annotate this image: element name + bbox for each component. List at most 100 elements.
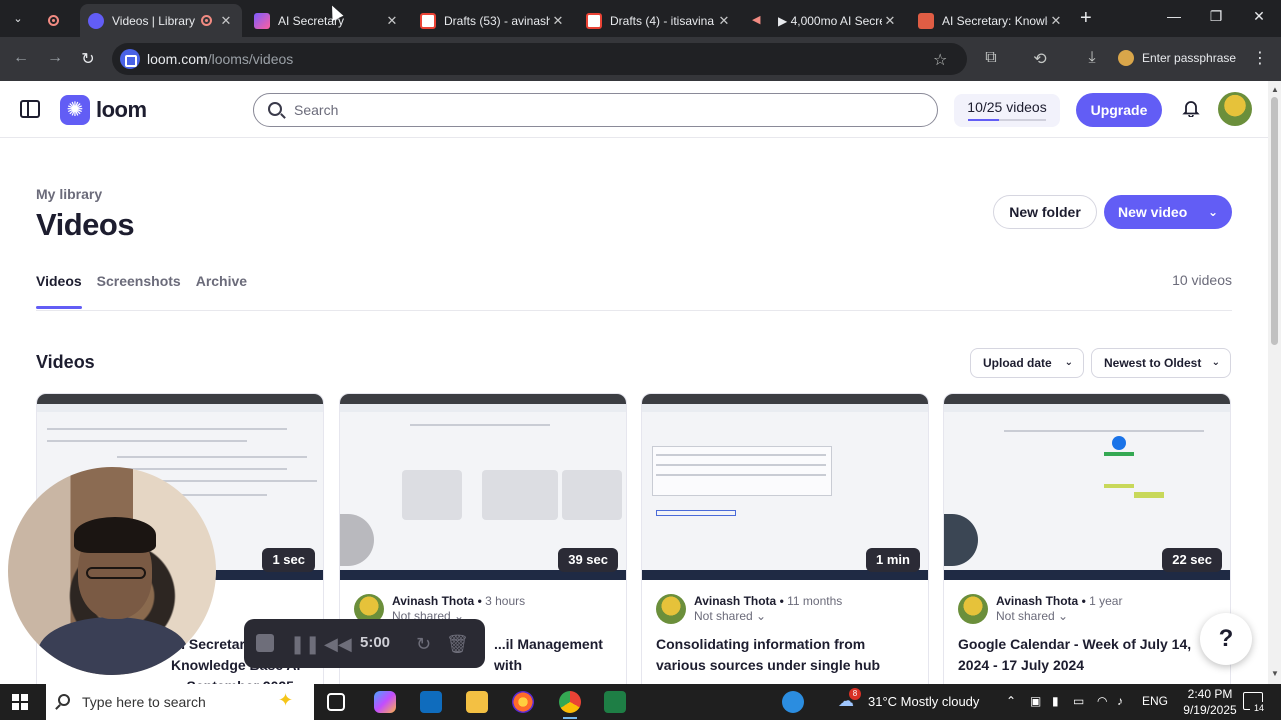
ai-icon: [918, 12, 934, 29]
sort-field-label: Upload date: [983, 356, 1052, 370]
taskbar: Type here to search ✦ ☁ 8 31°C Mostly cl…: [0, 684, 1281, 720]
task-view-icon[interactable]: [327, 693, 345, 711]
microphone-icon[interactable]: ▮: [1052, 694, 1059, 708]
forward-icon[interactable]: →: [45, 49, 65, 67]
browser-menu-icon[interactable]: ⋮: [1252, 48, 1268, 68]
scroll-down-icon[interactable]: ▼: [1271, 669, 1279, 678]
tab-videos-library[interactable]: Videos | Library ✕: [80, 4, 242, 37]
site-info-icon[interactable]: [120, 49, 140, 69]
sheets-icon[interactable]: [604, 691, 626, 713]
new-video-button[interactable]: New video ⌄: [1104, 195, 1232, 229]
upload-age: 11 months: [787, 594, 843, 608]
page-scrollbar[interactable]: ▲ ▼: [1268, 81, 1281, 684]
user-avatar[interactable]: [1218, 92, 1252, 126]
help-app-icon[interactable]: [782, 691, 804, 713]
close-tab-icon[interactable]: ✕: [1048, 13, 1064, 29]
tab-youtube-ai-secretary[interactable]: ◀︎ ▶ 4,000mo AI Secret ✕: [744, 4, 906, 37]
delete-icon[interactable]: 🗑: [446, 634, 469, 655]
system-clock[interactable]: 2:40 PM 9/19/2025: [1180, 686, 1240, 718]
video-title[interactable]: Google Calendar - Week of July 14, 2024 …: [958, 634, 1220, 676]
close-tab-icon[interactable]: ✕: [218, 13, 234, 29]
loom-logo[interactable]: loom: [60, 95, 147, 125]
sort-order-dropdown[interactable]: Newest to Oldest ⌄: [1091, 348, 1231, 378]
new-folder-button[interactable]: New folder: [993, 195, 1097, 229]
tab-drafts-53[interactable]: Drafts (53) - avinash ✕: [412, 4, 574, 37]
restart-icon[interactable]: ↻: [416, 634, 431, 655]
new-tab-button[interactable]: +: [1080, 8, 1092, 28]
tab-search-icon[interactable]: ⌄: [8, 9, 28, 29]
tab-videos[interactable]: Videos: [36, 272, 82, 309]
close-tab-icon[interactable]: ✕: [882, 13, 898, 29]
copilot-icon[interactable]: [374, 691, 396, 713]
video-duration: 1 min: [866, 548, 920, 572]
sharing-status[interactable]: Not shared ⌄: [694, 609, 766, 623]
author-avatar: [958, 594, 988, 624]
pause-icon[interactable]: ❚❚: [290, 634, 320, 655]
webcam-bubble[interactable]: [8, 467, 216, 675]
stop-recording-icon[interactable]: [256, 634, 274, 652]
close-tab-icon[interactable]: ✕: [384, 13, 400, 29]
download-icon[interactable]: ⤓: [1082, 49, 1102, 67]
language-indicator[interactable]: ENG: [1142, 694, 1168, 708]
tab-screenshots[interactable]: Screenshots: [97, 272, 181, 308]
search-input[interactable]: [294, 100, 914, 120]
tab-drafts-4[interactable]: Drafts (4) - itisavina ✕: [578, 4, 740, 37]
history-icon[interactable]: ⟲: [1030, 49, 1050, 69]
taskbar-search[interactable]: Type here to search ✦: [46, 684, 314, 720]
windows-start-icon[interactable]: [12, 694, 28, 710]
chevron-down-icon: ⌄: [1211, 357, 1220, 368]
tab-ai-secretary-knowledge[interactable]: AI Secretary: Knowle ✕: [910, 4, 1072, 37]
window-close-icon[interactable]: ✕: [1249, 8, 1269, 25]
close-tab-icon[interactable]: ✕: [550, 13, 566, 29]
loom-logo-icon: [60, 95, 90, 125]
upgrade-button[interactable]: Upgrade: [1076, 93, 1162, 127]
scroll-thumb[interactable]: [1271, 97, 1278, 345]
bookmark-star-icon[interactable]: ☆: [933, 50, 947, 70]
chevron-down-icon[interactable]: ⌄: [1208, 195, 1218, 229]
author-name[interactable]: Avinash Thota: [392, 594, 474, 608]
file-explorer-icon[interactable]: [466, 691, 488, 713]
meet-icon[interactable]: ▣: [1030, 694, 1041, 708]
search-box[interactable]: [253, 93, 938, 127]
rewind-icon[interactable]: ◀◀: [324, 634, 352, 655]
address-bar[interactable]: loom.com/looms/videos: [112, 43, 967, 75]
firefox-icon[interactable]: [512, 691, 534, 713]
outlook-icon[interactable]: [420, 691, 442, 713]
url-text[interactable]: loom.com/looms/videos: [147, 51, 293, 67]
notifications-bell-icon[interactable]: [1182, 99, 1200, 117]
upload-age: 1 year: [1089, 594, 1123, 608]
video-card[interactable]: 1 min Avinash Thota • 11 months Not shar…: [641, 393, 929, 684]
minimize-icon[interactable]: —: [1164, 8, 1184, 24]
close-tab-icon[interactable]: ✕: [716, 13, 732, 29]
wifi-icon[interactable]: ◠: [1097, 694, 1107, 708]
author-line: Avinash Thota • 11 months: [694, 594, 843, 608]
video-title[interactable]: Consolidating information from various s…: [656, 634, 918, 676]
scroll-up-icon[interactable]: ▲: [1271, 85, 1279, 94]
video-quota[interactable]: 10/25 videos: [954, 94, 1060, 127]
chrome-icon[interactable]: [559, 691, 581, 719]
weather-text[interactable]: 31°C Mostly cloudy: [868, 694, 979, 709]
profile-chip[interactable]: Enter passphrase: [1118, 43, 1236, 73]
author-name[interactable]: Avinash Thota: [996, 594, 1078, 608]
tab-archive[interactable]: Archive: [196, 272, 247, 308]
profile-avatar-icon: [1118, 50, 1134, 66]
record-icon: [48, 15, 59, 26]
show-hidden-icons[interactable]: ⌃: [1006, 694, 1016, 708]
breadcrumb[interactable]: My library: [36, 186, 102, 202]
sidebar-toggle-icon[interactable]: [20, 100, 40, 118]
battery-icon[interactable]: ▭: [1073, 694, 1084, 708]
restore-icon[interactable]: ❐: [1206, 8, 1226, 25]
page-title: Videos: [36, 207, 135, 242]
sort-field-dropdown[interactable]: Upload date ⌄: [970, 348, 1084, 378]
video-card[interactable]: 22 sec Avinash Thota • 1 year Not shared…: [943, 393, 1231, 684]
extensions-icon[interactable]: ⧉: [981, 49, 1001, 67]
author-name[interactable]: Avinash Thota: [694, 594, 776, 608]
volume-icon[interactable]: ♪: [1117, 694, 1123, 708]
help-button[interactable]: ?: [1200, 613, 1252, 665]
tab-recording[interactable]: [40, 4, 76, 37]
sharing-status[interactable]: Not shared ⌄: [996, 609, 1068, 623]
reload-icon[interactable]: ↻: [78, 49, 98, 69]
back-icon[interactable]: ←: [11, 49, 31, 67]
video-duration: 39 sec: [558, 548, 618, 572]
tab-label: ▶ 4,000mo AI Secret: [778, 13, 882, 28]
